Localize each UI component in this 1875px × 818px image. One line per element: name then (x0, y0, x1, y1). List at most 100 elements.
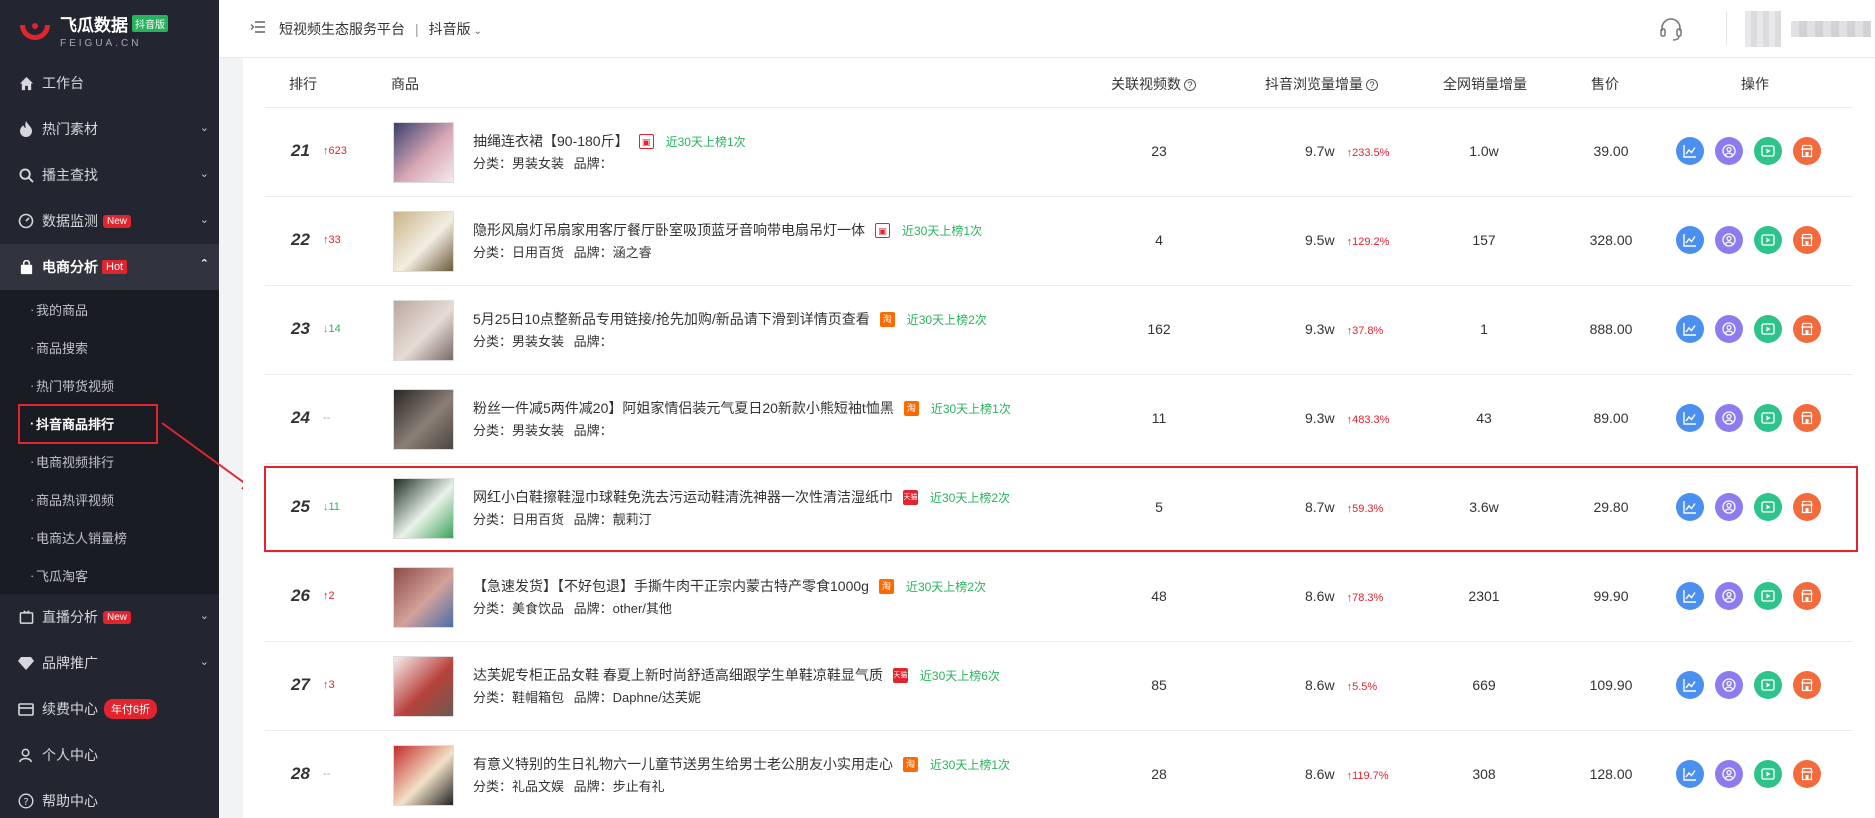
row-actions (1676, 760, 1821, 788)
shop-icon[interactable] (1793, 671, 1821, 699)
chevron-down-icon: ⌄ (199, 656, 209, 668)
sidebar-sub-feigua-taoke[interactable]: 飞瓜淘客 (0, 556, 219, 594)
question-icon[interactable]: ? (1366, 79, 1378, 91)
taobao-store-icon[interactable]: 淘 (878, 578, 894, 594)
avatar[interactable] (1745, 11, 1781, 47)
product-thumbnail[interactable] (393, 478, 454, 539)
trend-icon[interactable] (1676, 582, 1704, 610)
col-views[interactable]: 抖音浏览量增量? (1265, 74, 1378, 94)
product-name[interactable]: 网红小白鞋擦鞋湿巾球鞋免洗去污运动鞋清洗神器一次性清洁湿纸巾 (473, 487, 893, 507)
video-icon[interactable] (1754, 760, 1782, 788)
taobao-store-icon[interactable]: 淘 (903, 756, 918, 772)
trend-icon[interactable] (1676, 226, 1704, 254)
headset-support-icon[interactable] (1658, 16, 1684, 42)
col-sales: 全网销量增量 (1443, 76, 1527, 92)
product-thumbnail[interactable] (393, 300, 454, 361)
product-name[interactable]: 粉丝一件减5两件减20】阿姐家情侣装元气夏日20新款小熊短袖t恤黑 (473, 398, 894, 418)
brand-label: 品牌： (573, 156, 613, 171)
username-blurred[interactable] (1791, 21, 1871, 37)
taobao-store-icon[interactable]: 淘 (879, 311, 895, 327)
trend-icon[interactable] (1676, 315, 1704, 343)
platform-title: 短视频生态服务平台 (279, 20, 405, 37)
views-growth-value: 119.7% (1352, 770, 1389, 782)
main-content: 排行 商品 关联视频数? 抖音浏览量增量? 全网销量增量 售价 操作 21 ↑6… (243, 58, 1875, 818)
blogger-icon[interactable] (1715, 404, 1743, 432)
sidebar-item-help[interactable]: ? 帮助中心 (0, 778, 219, 818)
table-row[interactable]: 21 ↑623 抽绳连衣裙【90-180斤】 ▣ 近30天上榜1次 分类：男装女… (265, 108, 1853, 197)
table-row[interactable]: 26 ↑2 【急速发货】【不好包退】手撕牛肉干正宗内蒙古特产零食1000g 淘 … (265, 553, 1853, 642)
sidebar-item-renewal[interactable]: 续费中心 年付6折 (0, 686, 219, 732)
sidebar-item-personal[interactable]: 个人中心 (0, 732, 219, 778)
table-row[interactable]: 22 ↑33 隐形风扇灯吊扇家用客厅餐厅卧室吸顶蓝牙音响带电扇吊灯一体 ▣ 近3… (265, 197, 1853, 286)
rank-change-value: 623 (328, 145, 347, 157)
product-name[interactable]: 有意义特别的生日礼物六一儿童节送男生给男士老公朋友小实用走心 (473, 754, 893, 774)
product-name[interactable]: 达芙妮专柜正品女鞋 春夏上新时尚舒适高细跟学生单鞋凉鞋显气质 (473, 665, 883, 685)
douyin-store-icon[interactable]: ▣ (875, 222, 890, 238)
shop-icon[interactable] (1793, 226, 1821, 254)
recent-ranking-count: 近30天上榜1次 (930, 757, 1011, 772)
trend-icon[interactable] (1676, 404, 1704, 432)
row-actions (1676, 582, 1821, 610)
product-thumbnail[interactable] (393, 211, 454, 272)
shop-icon[interactable] (1793, 137, 1821, 165)
blogger-icon[interactable] (1715, 493, 1743, 521)
tmall-store-icon[interactable]: 天猫 (903, 489, 918, 505)
views-growth-value: 129.2% (1352, 236, 1390, 248)
views-growth-pct: ↑483.3% (1347, 414, 1390, 426)
trend-icon[interactable] (1676, 671, 1704, 699)
product-thumbnail[interactable] (393, 656, 454, 717)
sales-increment: 308 (1472, 766, 1496, 782)
sidebar-item-live-analysis[interactable]: 直播分析 New ⌄ (0, 594, 219, 640)
rank-number: 24 (291, 408, 310, 427)
sidebar-item-brand-promo[interactable]: 品牌推广 ⌄ (0, 640, 219, 686)
version-dropdown[interactable]: 抖音版 ⌄ (429, 19, 482, 39)
blogger-icon[interactable] (1715, 226, 1743, 254)
svg-text:?: ? (23, 797, 28, 808)
shop-icon[interactable] (1793, 493, 1821, 521)
table-row[interactable]: 24 -- 粉丝一件减5两件减20】阿姐家情侣装元气夏日20新款小熊短袖t恤黑 … (265, 375, 1853, 464)
views-growth-pct: ↑233.5% (1347, 147, 1390, 159)
blogger-icon[interactable] (1715, 137, 1743, 165)
views-value: 8.6w (1305, 677, 1335, 693)
table-row[interactable]: 28 -- 有意义特别的生日礼物六一儿童节送男生给男士老公朋友小实用走心 淘 近… (265, 731, 1853, 818)
table-row[interactable]: 25 ↓11 网红小白鞋擦鞋湿巾球鞋免洗去污运动鞋清洗神器一次性清洁湿纸巾 天猫… (265, 464, 1853, 553)
col-videos[interactable]: 关联视频数? (1111, 74, 1196, 94)
menu-fold-icon[interactable] (250, 20, 265, 37)
video-icon[interactable] (1754, 582, 1782, 610)
shop-icon[interactable] (1793, 582, 1821, 610)
video-icon[interactable] (1754, 671, 1782, 699)
views-value: 9.5w (1305, 232, 1335, 248)
blogger-icon[interactable] (1715, 582, 1743, 610)
product-thumbnail[interactable] (393, 389, 454, 450)
product-thumbnail[interactable] (393, 745, 454, 806)
blogger-icon[interactable] (1715, 760, 1743, 788)
views-increment: 8.6w ↑119.7% (1305, 766, 1389, 782)
shop-icon[interactable] (1793, 404, 1821, 432)
trend-icon[interactable] (1676, 137, 1704, 165)
table-row[interactable]: 27 ↑3 达芙妮专柜正品女鞋 春夏上新时尚舒适高细跟学生单鞋凉鞋显气质 天猫 … (265, 642, 1853, 731)
sidebar-sub-kol-sales-ranking[interactable]: 电商达人销量榜 (0, 518, 219, 556)
product-name[interactable]: 隐形风扇灯吊扇家用客厅餐厅卧室吸顶蓝牙音响带电扇吊灯一体 (473, 220, 865, 240)
question-icon[interactable]: ? (1184, 79, 1196, 91)
blogger-icon[interactable] (1715, 671, 1743, 699)
product-name[interactable]: 抽绳连衣裙【90-180斤】 (473, 131, 629, 151)
product-name[interactable]: 5月25日10点整新品专用链接/抢先加购/新品请下滑到详情页查看 (473, 309, 870, 329)
product-name[interactable]: 【急速发货】【不好包退】手撕牛肉干正宗内蒙古特产零食1000g (473, 576, 869, 596)
video-icon[interactable] (1754, 315, 1782, 343)
video-icon[interactable] (1754, 137, 1782, 165)
tmall-store-icon[interactable]: 天猫 (892, 667, 908, 683)
video-icon[interactable] (1754, 493, 1782, 521)
product-thumbnail[interactable] (393, 567, 454, 628)
taobao-store-icon[interactable]: 淘 (903, 400, 919, 416)
trend-icon[interactable] (1676, 493, 1704, 521)
video-icon[interactable] (1754, 226, 1782, 254)
video-icon[interactable] (1754, 404, 1782, 432)
table-row[interactable]: 23 ↓14 5月25日10点整新品专用链接/抢先加购/新品请下滑到详情页查看 … (265, 286, 1853, 375)
category-value: 日用百货 (512, 512, 565, 527)
trend-icon[interactable] (1676, 760, 1704, 788)
product-thumbnail[interactable] (393, 122, 454, 183)
shop-icon[interactable] (1793, 315, 1821, 343)
shop-icon[interactable] (1793, 760, 1821, 788)
douyin-store-icon[interactable]: ▣ (638, 133, 654, 149)
blogger-icon[interactable] (1715, 315, 1743, 343)
